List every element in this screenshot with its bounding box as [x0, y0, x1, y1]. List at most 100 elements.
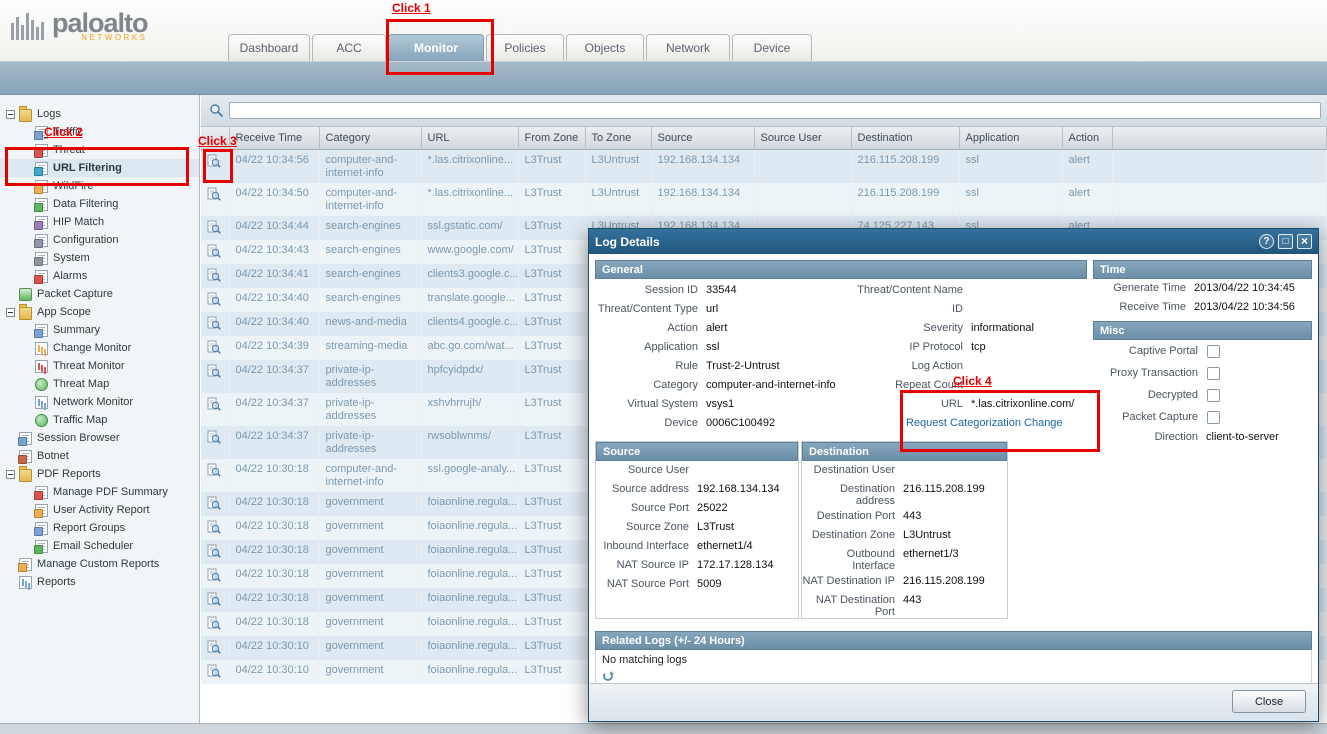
column-header[interactable]: Destination — [851, 127, 959, 149]
sidebar-item-hip-match[interactable]: HIP Match — [0, 213, 199, 231]
log-detail-icon[interactable] — [207, 430, 221, 444]
log-detail-icon[interactable] — [207, 244, 221, 258]
sidebar-item-threat-map[interactable]: Threat Map — [0, 375, 199, 393]
sidebar-item-data-filtering[interactable]: Data Filtering — [0, 195, 199, 213]
log-row[interactable]: 04/22 10:34:56 computer-and-internet-inf… — [201, 149, 1327, 183]
log-detail-icon[interactable] — [207, 496, 221, 510]
sidebar-item-report-groups[interactable]: Report Groups — [0, 519, 199, 537]
help-icon[interactable]: ? — [1259, 234, 1274, 249]
dialog-titlebar[interactable]: Log Details ? □ × — [589, 229, 1318, 254]
column-header[interactable]: To Zone — [585, 127, 651, 149]
cell-from-zone: L3Trust — [518, 240, 585, 264]
sidebar-item-pdf-reports[interactable]: PDF Reports — [0, 465, 199, 483]
maximize-icon[interactable]: □ — [1278, 234, 1293, 249]
column-header[interactable]: From Zone — [518, 127, 585, 149]
annotation-click1-label: Click 1 — [392, 1, 431, 15]
sidebar-item-botnet[interactable]: Botnet — [0, 447, 199, 465]
field-value: computer-and-internet-info — [703, 376, 840, 395]
sidebar-item-session-browser[interactable]: Session Browser — [0, 429, 199, 447]
session-browser-icon — [19, 432, 32, 445]
sidebar-item-network-monitor[interactable]: Network Monitor — [0, 393, 199, 411]
log-detail-icon[interactable] — [207, 316, 221, 330]
log-filter-input[interactable] — [229, 102, 1321, 119]
log-detail-icon[interactable] — [207, 592, 221, 606]
log-detail-icon[interactable] — [207, 616, 221, 630]
botnet-icon — [19, 450, 32, 463]
tab-objects[interactable]: Objects — [566, 34, 644, 61]
column-header[interactable]: Application — [959, 127, 1062, 149]
search-icon[interactable] — [207, 102, 225, 120]
cell-receive-time: 04/22 10:30:10 — [229, 660, 319, 684]
tree-expander-icon[interactable] — [6, 308, 15, 317]
annotation-click3-box — [203, 149, 233, 183]
column-header[interactable]: Source — [651, 127, 754, 149]
sidebar-item-manage-pdf-summary[interactable]: Manage PDF Summary — [0, 483, 199, 501]
page-footer — [0, 723, 1327, 734]
tab-acc[interactable]: ACC — [312, 34, 386, 61]
tab-network[interactable]: Network — [646, 34, 730, 61]
log-detail-icon[interactable] — [207, 640, 221, 654]
log-detail-icon[interactable] — [207, 268, 221, 282]
tree-expander-icon[interactable] — [6, 470, 15, 479]
column-header[interactable]: Action — [1062, 127, 1112, 149]
log-detail-icon[interactable] — [207, 340, 221, 354]
sidebar-item-summary[interactable]: Summary — [0, 321, 199, 339]
related-logs-section: Related Logs (+/- 24 Hours) No matching … — [595, 631, 1312, 683]
log-detail-icon[interactable] — [207, 463, 221, 477]
cell-detail — [201, 360, 229, 393]
tab-policies[interactable]: Policies — [486, 34, 564, 61]
cell-receive-time: 04/22 10:30:18 — [229, 612, 319, 636]
sidebar-item-configuration[interactable]: Configuration — [0, 231, 199, 249]
column-header[interactable]: Receive Time — [229, 127, 319, 149]
tab-device[interactable]: Device — [732, 34, 812, 61]
column-header[interactable]: Source User — [754, 127, 851, 149]
tree-item-label: App Scope — [37, 306, 91, 318]
packet-capture-icon — [19, 288, 32, 301]
cell-url: www.google.com/ — [421, 240, 518, 264]
cell-receive-time: 04/22 10:34:41 — [229, 264, 319, 288]
sidebar-item-traffic-map[interactable]: Traffic Map — [0, 411, 199, 429]
sidebar-item-alarms[interactable]: Alarms — [0, 267, 199, 285]
sidebar-item-threat-monitor[interactable]: Threat Monitor — [0, 357, 199, 375]
sidebar-item-packet-capture[interactable]: Packet Capture — [0, 285, 199, 303]
tab-dashboard[interactable]: Dashboard — [228, 34, 310, 61]
cell-detail — [201, 516, 229, 540]
close-button[interactable]: Close — [1232, 690, 1306, 713]
column-header[interactable]: URL — [421, 127, 518, 149]
log-detail-icon[interactable] — [207, 397, 221, 411]
log-detail-icon[interactable] — [207, 664, 221, 678]
proxy-transaction-checkbox[interactable] — [1207, 367, 1220, 380]
log-detail-icon[interactable] — [207, 364, 221, 378]
manage-pdf-summary-icon — [35, 486, 48, 499]
log-detail-icon[interactable] — [207, 187, 221, 201]
sidebar-item-system[interactable]: System — [0, 249, 199, 267]
app-window: paloalto NETWORKS Dashboard ACC Monitor … — [0, 0, 1327, 734]
sidebar-item-manage-custom-reports[interactable]: Manage Custom Reports — [0, 555, 199, 573]
sidebar-item-reports[interactable]: Reports — [0, 573, 199, 591]
log-detail-icon[interactable] — [207, 220, 221, 234]
cell-source: 192.168.134.134 — [651, 149, 754, 183]
sidebar-item-change-monitor[interactable]: Change Monitor — [0, 339, 199, 357]
sidebar-item-traffic[interactable]: Traffic — [0, 123, 199, 141]
field-value: tcp — [968, 338, 1087, 357]
log-detail-icon[interactable] — [207, 520, 221, 534]
cell-detail — [201, 612, 229, 636]
cell-filler — [1112, 183, 1327, 216]
sidebar-item-email-scheduler[interactable]: Email Scheduler — [0, 537, 199, 555]
field-row: NAT Destination Port 443 — [802, 591, 1007, 618]
captive-portal-checkbox[interactable] — [1207, 345, 1220, 358]
log-detail-icon[interactable] — [207, 292, 221, 306]
log-detail-icon[interactable] — [207, 544, 221, 558]
cell-url: ssl.google-analy... — [421, 459, 518, 492]
decrypted-checkbox[interactable] — [1207, 389, 1220, 402]
close-icon[interactable]: × — [1297, 234, 1312, 249]
tree-expander-icon[interactable] — [6, 110, 15, 119]
packet-capture-checkbox[interactable] — [1207, 411, 1220, 424]
log-row[interactable]: 04/22 10:34:50 computer-and-internet-inf… — [201, 183, 1327, 216]
sidebar-item-app-scope[interactable]: App Scope — [0, 303, 199, 321]
data-filtering-icon — [35, 198, 48, 211]
sidebar-item-logs[interactable]: Logs — [0, 105, 199, 123]
log-detail-icon[interactable] — [207, 568, 221, 582]
column-header[interactable]: Category — [319, 127, 421, 149]
sidebar-item-user-activity-report[interactable]: User Activity Report — [0, 501, 199, 519]
